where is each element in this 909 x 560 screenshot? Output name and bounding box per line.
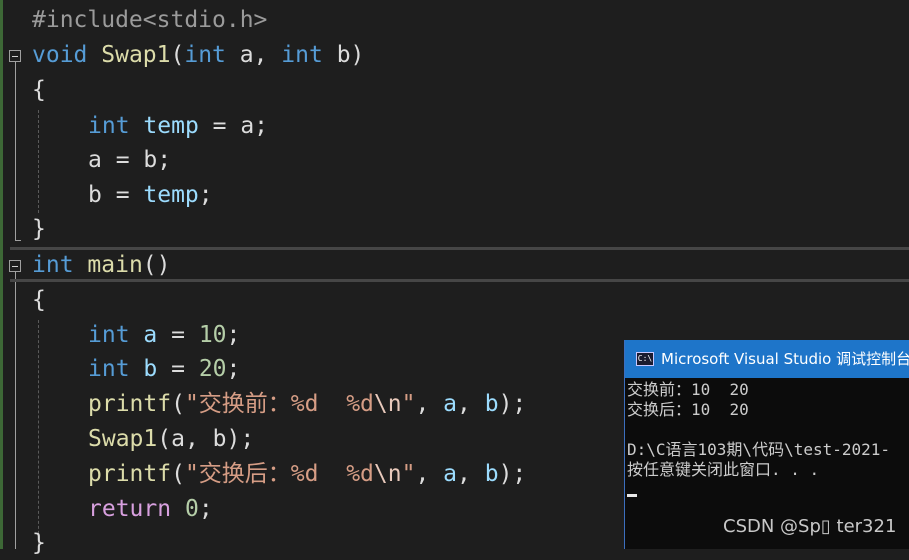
string-literal: "交换后：%d %d [184,461,374,487]
variable-a: a [143,322,158,348]
console-title: Microsoft Visual Studio 调试控制台 [661,350,909,368]
function-call-printf: printf [88,391,172,417]
console-output-line: 按任意键关闭此窗口. . . [627,460,820,479]
keyword-int: int [184,42,226,68]
number-literal: 10 [198,322,227,348]
code-line-8[interactable]: int main() [0,248,909,282]
keyword-int: int [88,322,130,348]
assignment-statement: a = b; [88,147,172,173]
function-call-printf: printf [88,461,172,487]
open-brace: { [32,77,46,103]
console-output-line: D:\C语言103期\代码\test-2021- [627,440,891,459]
variable-b: b [143,356,158,382]
code-line-5[interactable]: a = b; [0,143,909,177]
code-line-2[interactable]: void Swap1(int a, int b) [0,38,909,72]
console-output-line: 交换前：10 20 [627,380,749,399]
close-brace: } [32,530,46,556]
escape-sequence: \n [373,461,402,487]
code-line-9[interactable]: { [0,283,909,317]
code-line-1[interactable]: #include<stdio.h> [0,3,909,37]
code-line-6[interactable]: b = temp; [0,178,909,212]
variable-a: a [443,461,458,487]
variable-b: b [484,391,499,417]
function-call-swap1: Swap1 [88,426,158,452]
number-literal: 0 [184,496,199,522]
console-output-line: 交换后：10 20 [627,400,749,419]
include-directive: #include<stdio.h> [32,7,268,33]
variable-a: a [443,391,458,417]
close-brace: } [32,216,46,242]
escape-sequence: \n [373,391,402,417]
keyword-void: void [32,42,88,68]
code-line-7[interactable]: } [0,212,909,246]
keyword-return: return [88,496,172,522]
keyword-int: int [88,356,130,382]
keyword-int: int [88,113,130,139]
variable-temp: temp [143,182,199,208]
number-literal: 20 [198,356,227,382]
variable-temp: temp [143,113,199,139]
watermark: CSDN @Sp▯ ter321 [723,516,897,537]
keyword-int: int [281,42,323,68]
console-cursor [627,494,637,497]
string-literal: "交换前：%d %d [184,391,374,417]
function-name-swap1: Swap1 [101,42,171,68]
open-brace: { [32,287,46,313]
function-name-main: main [87,252,143,278]
console-title-bar[interactable]: C:\ Microsoft Visual Studio 调试控制台 [625,340,909,378]
keyword-int: int [32,252,74,278]
code-line-3[interactable]: { [0,73,909,107]
variable-b: b [484,461,499,487]
code-line-4[interactable]: int temp = a; [0,109,909,143]
console-app-icon: C:\ [636,352,654,366]
